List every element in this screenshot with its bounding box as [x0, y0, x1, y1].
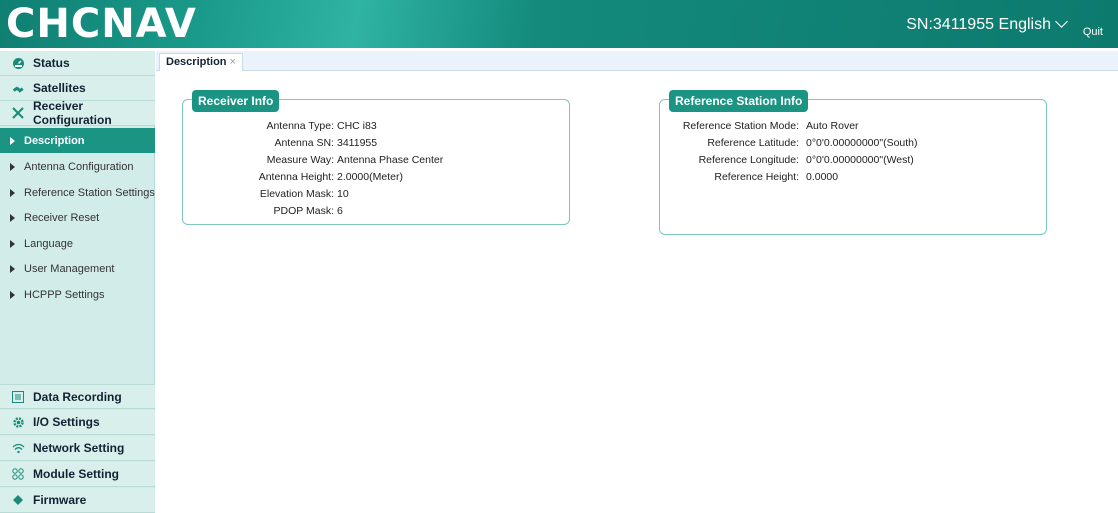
info-value: Auto Rover [806, 120, 859, 132]
info-row: Antenna SN: 3411955 [183, 137, 571, 151]
sub-item-label: Receiver Reset [24, 211, 100, 224]
gear-icon [11, 415, 25, 429]
info-value: 0.0000 [806, 171, 839, 183]
nav-label: I/O Settings [33, 415, 100, 429]
info-key: Reference Height: [714, 171, 799, 183]
nav-satellites[interactable]: Satellites [0, 76, 155, 101]
caret-right-icon [10, 213, 15, 222]
nav-data-recording[interactable]: Data Recording [0, 384, 155, 409]
brand-logo[interactable]: CHCNAV [6, 2, 197, 46]
info-row: Reference Latitude: 0°0'0.00000000"(Sout… [660, 137, 1048, 151]
info-value: 10 [337, 188, 349, 200]
info-key: Reference Longitude: [698, 154, 799, 166]
tab-bar: Description × [156, 51, 1118, 71]
panel-title: Receiver Info [192, 90, 280, 112]
sub-item-reference-station-settings[interactable]: Reference Station Settings [0, 180, 155, 205]
nav-io-settings[interactable]: I/O Settings [0, 410, 155, 435]
app-header: CHCNAV SN:3411955 English Quit [0, 0, 1118, 48]
caret-right-icon [10, 264, 15, 273]
caret-right-icon [10, 188, 15, 197]
serial-number: SN:3411955 [906, 16, 994, 33]
chip-icon [11, 493, 25, 507]
nav-status[interactable]: Status [0, 51, 155, 76]
language-label: English [998, 16, 1051, 33]
nav-label: Module Setting [33, 467, 119, 481]
sidebar: Status Satellites Receiver Configuration… [0, 51, 155, 513]
info-key: Antenna SN: [274, 137, 334, 149]
language-selector[interactable]: English [998, 15, 1068, 34]
nav-label: Network Setting [33, 441, 125, 455]
wifi-icon [11, 441, 25, 455]
panel-title: Reference Station Info [669, 90, 809, 112]
info-value: 6 [337, 205, 343, 217]
sub-item-antenna-configuration[interactable]: Antenna Configuration [0, 154, 155, 179]
sub-item-receiver-reset[interactable]: Receiver Reset [0, 205, 155, 230]
info-row: Measure Way: Antenna Phase Center [183, 154, 571, 168]
sub-item-label: Antenna Configuration [24, 160, 134, 173]
sub-item-label: Language [24, 237, 73, 250]
sub-item-description[interactable]: Description [0, 128, 155, 153]
info-row: Elevation Mask: 10 [183, 188, 571, 202]
chevron-down-icon [1055, 15, 1068, 28]
info-key: Antenna Type: [266, 120, 334, 132]
info-key: Measure Way: [266, 154, 334, 166]
sub-item-hcppp-settings[interactable]: HCPPP Settings [0, 282, 155, 307]
nav-network-setting[interactable]: Network Setting [0, 436, 155, 461]
sub-item-label: User Management [24, 262, 115, 275]
modules-icon [11, 467, 25, 481]
nav-label: Receiver Configuration [33, 99, 112, 127]
caret-right-icon [10, 290, 15, 299]
info-value: 0°0'0.00000000"(West) [806, 154, 914, 166]
nav-firmware[interactable]: Firmware [0, 488, 155, 513]
quit-link[interactable]: Quit [1083, 26, 1103, 38]
nav-label: Firmware [33, 493, 87, 507]
info-row: Antenna Height: 2.0000(Meter) [183, 171, 571, 185]
tools-icon [11, 106, 25, 120]
info-key: Antenna Height: [258, 171, 334, 183]
caret-right-icon [10, 239, 15, 248]
caret-right-icon [10, 136, 15, 145]
info-key: PDOP Mask: [273, 205, 335, 217]
receiver-info-panel: Receiver Info Antenna Type: CHC i83 Ante… [182, 90, 571, 225]
nav-receiver-configuration[interactable]: Receiver Configuration [0, 99, 155, 127]
list-icon [11, 390, 25, 404]
info-key: Reference Station Mode: [682, 120, 799, 132]
info-row: Antenna Type: CHC i83 [183, 120, 571, 134]
info-row: Reference Station Mode: Auto Rover [660, 120, 1048, 134]
info-value: 0°0'0.00000000"(South) [806, 137, 918, 149]
tab-label: Description [166, 56, 227, 68]
info-key: Reference Latitude: [707, 137, 799, 149]
reference-station-info-panel: Reference Station Info Reference Station… [659, 90, 1048, 235]
info-row: Reference Height: 0.0000 [660, 171, 1048, 185]
caret-right-icon [10, 162, 15, 171]
info-value: CHC i83 [337, 120, 377, 132]
info-key: Elevation Mask: [259, 188, 334, 200]
sub-item-label: Description [24, 134, 85, 147]
sub-item-language[interactable]: Language [0, 231, 155, 256]
close-icon[interactable]: × [230, 56, 236, 68]
gauge-icon [11, 56, 25, 70]
info-value: 2.0000(Meter) [337, 171, 403, 183]
sub-item-label: Reference Station Settings [24, 186, 155, 199]
nav-label: Satellites [33, 81, 86, 95]
info-row: Reference Longitude: 0°0'0.00000000"(Wes… [660, 154, 1048, 168]
info-value: 3411955 [337, 137, 378, 149]
nav-module-setting[interactable]: Module Setting [0, 462, 155, 487]
satellite-icon [11, 81, 25, 95]
tab-description[interactable]: Description × [159, 53, 243, 71]
nav-label: Data Recording [33, 389, 122, 404]
info-row: PDOP Mask: 6 [183, 205, 571, 219]
info-value: Antenna Phase Center [337, 154, 444, 166]
nav-label: Status [33, 56, 70, 70]
sub-item-label: HCPPP Settings [24, 288, 105, 301]
sub-item-user-management[interactable]: User Management [0, 256, 155, 281]
